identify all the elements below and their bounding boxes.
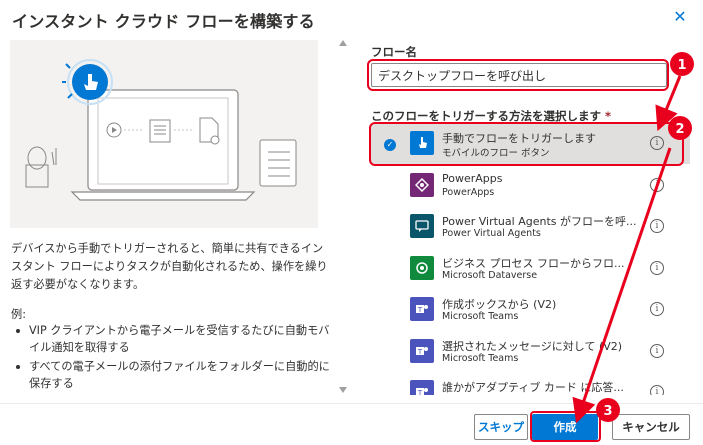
trigger-name: ビジネス プロセス フローからフロ...	[442, 256, 625, 270]
chat-bot-icon	[410, 214, 434, 238]
info-icon[interactable]: i	[650, 219, 664, 233]
build-flow-dialog: インスタント クラウド フローを構築する ✕ デバイスから手動でトリガーされると…	[0, 0, 703, 445]
teams-icon: T	[410, 338, 434, 363]
trigger-option[interactable]: T 誰かがアダプティブ カード に応答... i	[370, 373, 690, 395]
trigger-connector: モバイルのフロー ボタン	[442, 148, 550, 159]
trigger-label-text: このフローをトリガーする方法を選択します	[371, 109, 601, 123]
trigger-option[interactable]: PowerApps PowerApps i	[370, 166, 690, 206]
example-item: すべての電子メールの添付ファイルをフォルダーに自動的に保存する	[16, 358, 332, 392]
template-description: デバイスから手動でトリガーされると、簡単に共有できるインスタント フローによりタ…	[11, 242, 328, 291]
trigger-option[interactable]: T 選択されたメッセージに対して (V2) Microsoft Teams i	[370, 332, 690, 372]
cancel-button[interactable]: キャンセル	[612, 414, 690, 440]
examples-list: VIP クライアントから電子メールを受信するたびに自動モバイル通知を取得する す…	[16, 322, 332, 394]
svg-text:T: T	[417, 306, 423, 314]
trigger-connector: PowerApps	[442, 186, 495, 198]
info-icon[interactable]: i	[650, 302, 664, 316]
info-icon[interactable]: i	[650, 260, 664, 275]
hand-touch-icon	[410, 131, 434, 155]
scrollbar[interactable]	[338, 40, 348, 396]
trigger-connector: Microsoft Dataverse	[442, 269, 538, 281]
flow-name-input[interactable]	[371, 63, 667, 87]
flow-name-label: フロー名	[371, 45, 417, 59]
info-icon[interactable]: i	[650, 343, 664, 358]
examples-title: 例:	[11, 308, 26, 321]
trigger-name: 手動でフローをトリガーします	[442, 132, 596, 145]
trigger-list: ✓ 手動でフローをトリガーします モバイルのフロー ボタン i PowerApp…	[370, 124, 690, 397]
trigger-option[interactable]: Power Virtual Agents がフローを呼... Power Vir…	[370, 207, 690, 247]
required-mark: *	[605, 109, 612, 123]
info-icon[interactable]: i	[650, 136, 664, 150]
close-icon[interactable]: ✕	[671, 8, 689, 26]
teams-icon: T	[410, 297, 434, 321]
example-item: VIP クライアントから電子メールを受信するたびに自動モバイル通知を取得する	[16, 322, 332, 356]
illustration	[10, 40, 318, 228]
trigger-label: このフローをトリガーする方法を選択します *	[371, 108, 611, 124]
trigger-option[interactable]: T 作成ボックスから (V2) Microsoft Teams i	[370, 290, 690, 330]
trigger-option[interactable]: ✓ 手動でフローをトリガーします モバイルのフロー ボタン i	[370, 124, 690, 164]
footer-divider	[0, 403, 703, 404]
checkmark-icon: ✓	[384, 139, 396, 151]
create-button[interactable]: 作成	[532, 414, 598, 440]
svg-text:T: T	[417, 389, 423, 395]
svg-text:T: T	[417, 348, 423, 356]
trigger-name: PowerApps	[442, 171, 503, 185]
trigger-name: 誰かがアダプティブ カード に応答...	[442, 381, 624, 394]
trigger-connector: Power Virtual Agents	[442, 228, 541, 239]
trigger-connector: Microsoft Teams	[442, 311, 519, 322]
skip-button[interactable]: スキップ	[474, 414, 528, 440]
info-icon[interactable]: i	[650, 385, 664, 395]
powerapps-icon	[410, 172, 434, 197]
dataverse-icon	[410, 255, 434, 280]
teams-icon: T	[410, 380, 434, 395]
info-icon[interactable]: i	[650, 177, 664, 192]
trigger-connector: Microsoft Teams	[442, 352, 519, 364]
dialog-title: インスタント クラウド フローを構築する	[12, 12, 315, 31]
laptop-illustration	[25, 59, 297, 201]
trigger-name: 選択されたメッセージに対して (V2)	[442, 339, 623, 353]
trigger-option[interactable]: ビジネス プロセス フローからフロ... Microsoft Dataverse…	[370, 249, 690, 289]
scroll-down-icon[interactable]	[339, 387, 347, 393]
trigger-name: 作成ボックスから (V2)	[442, 298, 557, 311]
scroll-up-icon[interactable]	[339, 40, 347, 46]
trigger-name: Power Virtual Agents がフローを呼...	[442, 215, 637, 228]
